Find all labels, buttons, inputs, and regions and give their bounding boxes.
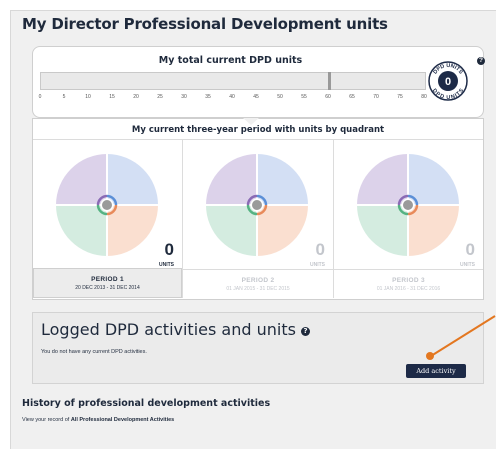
period-panel[interactable]: 0 UNITS PERIOD 2 01 JAN 2015 - 31 DEC 20… (183, 140, 333, 298)
scale-tick-label: 15 (109, 94, 115, 100)
quadrant-chart (206, 154, 308, 256)
tab-period-2[interactable]: PERIOD 2 01 JAN 2015 - 31 DEC 2015 (183, 269, 333, 298)
scale-tick-label: 35 (205, 94, 211, 100)
question-icon[interactable]: ? (477, 57, 485, 65)
scale-tick-label: 40 (229, 94, 235, 100)
all-activities-link[interactable]: All Professional Development Activities (71, 417, 174, 423)
quadrant-bottom-right (257, 205, 308, 256)
tab-period-3[interactable]: PERIOD 3 01 JAN 2016 - 31 DEC 2016 (334, 269, 483, 298)
quadrant-title: My current three-year period with units … (131, 125, 385, 135)
target-marker (328, 72, 331, 90)
quadrant-chart (357, 154, 459, 256)
history-text: View your record of All Professional Dev… (22, 417, 174, 423)
logged-activities-card: Logged DPD activities and units ? You do… (32, 312, 484, 384)
quadrant-top-left (56, 154, 107, 205)
quadrant-top-left (357, 154, 408, 205)
quadrant-top-right (408, 154, 459, 205)
quadrant-chart (56, 154, 158, 256)
period-dates: 20 DEC 2013 - 31 DEC 2014 (75, 285, 140, 291)
scale-tick-label: 5 (62, 94, 66, 100)
period-units-value: 0 (164, 240, 174, 259)
period-panel[interactable]: 0 UNITS PERIOD 1 20 DEC 2013 - 31 DEC 20… (33, 140, 182, 298)
scale-tick-label: 75 (397, 94, 403, 100)
dpd-units-badge: DPD UNITS DPD UNITS 0 (428, 61, 468, 101)
period-name: PERIOD 2 (241, 277, 275, 284)
scale-tick-label: 55 (301, 94, 307, 100)
period-units-label: UNITS (310, 262, 325, 268)
quadrant-bottom-left (56, 205, 107, 256)
question-icon[interactable]: ? (301, 327, 311, 336)
period-units-value: 0 (465, 240, 475, 259)
quadrant-card: My current three-year period with units … (32, 118, 484, 300)
center-dot (252, 200, 262, 210)
scale-tick-label: 30 (181, 94, 187, 100)
quadrant-bottom-left (206, 205, 257, 256)
scale-tick-label: 80 (421, 94, 427, 100)
period-dates: 01 JAN 2015 - 31 DEC 2015 (226, 286, 290, 292)
highlight-pointer-line (430, 315, 496, 357)
logged-title-text: Logged DPD activities and units (41, 320, 296, 339)
badge-value: 0 (445, 76, 451, 88)
period-dates: 01 JAN 2016 - 31 DEC 2016 (376, 286, 441, 292)
total-units-card: My total current DPD units 0 5 10 15 20 25 30 3… (32, 46, 485, 118)
add-activity-button[interactable]: Add activity (406, 364, 466, 378)
scale-tick-label: 45 (253, 94, 259, 100)
scale-tick-label: 50 (277, 94, 283, 100)
units-progress-bar (40, 72, 426, 90)
scale-tick-label: 20 (133, 94, 139, 100)
scale-tick-label: 25 (157, 94, 163, 100)
period-units-value: 0 (315, 240, 325, 259)
quadrant-bottom-right (107, 205, 158, 256)
empty-message: You do not have any current DPD activiti… (41, 349, 147, 355)
period-units-label: UNITS (460, 262, 475, 268)
total-units-title: My total current DPD units (158, 55, 303, 66)
page-title: My Director Professional Development uni… (22, 15, 388, 33)
tab-period-1[interactable]: PERIOD 1 20 DEC 2013 - 31 DEC 2014 (33, 268, 182, 298)
scale-tick-label: 70 (373, 94, 379, 100)
period-panel[interactable]: 0 UNITS PERIOD 3 01 JAN 2016 - 31 DEC 20… (334, 140, 483, 298)
period-name: PERIOD 3 (392, 277, 425, 284)
quadrant-top-left (206, 154, 257, 205)
quadrant-bottom-right (408, 205, 459, 256)
logged-title: Logged DPD activities and units ? (41, 320, 311, 339)
center-dot (102, 200, 112, 210)
history-prefix: View your record of (22, 417, 70, 423)
pointer-notch (243, 118, 259, 125)
scale-tick-label: 10 (85, 94, 91, 100)
center-dot (403, 200, 413, 210)
period-name: PERIOD 1 (91, 276, 124, 283)
scale-tick-label: 60 (325, 94, 331, 100)
history-title: History of professional development acti… (22, 398, 271, 409)
quadrant-top-right (257, 154, 308, 205)
scale-tick-label: 65 (349, 94, 355, 100)
quadrant-bottom-left (357, 205, 408, 256)
scale-tick-label: 0 (38, 94, 42, 100)
quadrant-top-right (107, 154, 158, 205)
